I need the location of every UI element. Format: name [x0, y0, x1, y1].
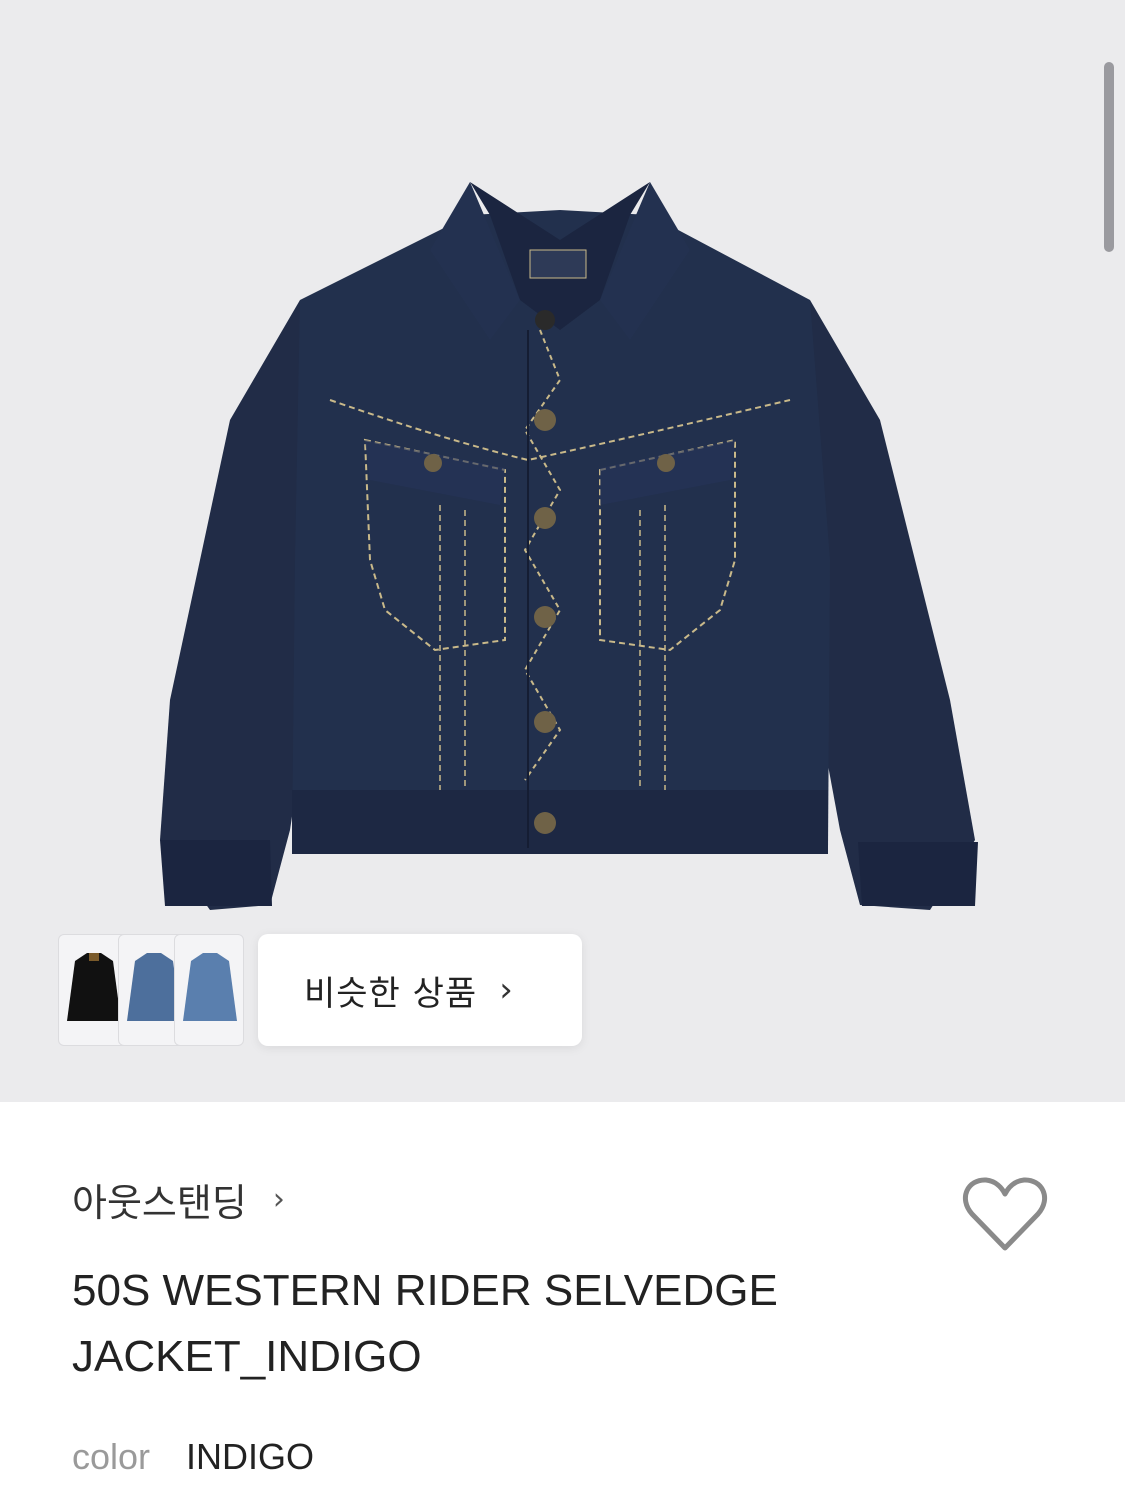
mid-denim-jacket-thumb[interactable] [174, 934, 244, 1046]
similar-products-label: 비슷한 상품 [304, 973, 478, 1014]
chevron-right-icon: › [272, 1182, 285, 1217]
chevron-right-icon: › [499, 970, 514, 1010]
color-value: INDIGO [186, 1436, 315, 1477]
similar-products[interactable]: 비슷한 상품 › [58, 934, 582, 1046]
scrollbar[interactable] [1104, 62, 1114, 252]
similar-products-button[interactable]: 비슷한 상품 › [258, 934, 582, 1046]
color-option: color INDIGO [72, 1436, 314, 1478]
product-title-line2: JACKET_INDIGO [72, 1332, 422, 1381]
product-title: 50S WESTERN RIDER SELVEDGE JACKET_INDIGO [72, 1258, 892, 1390]
brand-link[interactable]: 아웃스탠딩 › [72, 1172, 285, 1227]
product-image-area[interactable]: 비슷한 상품 › [0, 0, 1125, 1102]
brand-name: 아웃스탠딩 [72, 1181, 247, 1225]
heart-icon[interactable] [962, 1176, 1048, 1252]
color-label: color [72, 1436, 151, 1477]
product-title-line1: 50S WESTERN RIDER SELVEDGE [72, 1266, 778, 1315]
